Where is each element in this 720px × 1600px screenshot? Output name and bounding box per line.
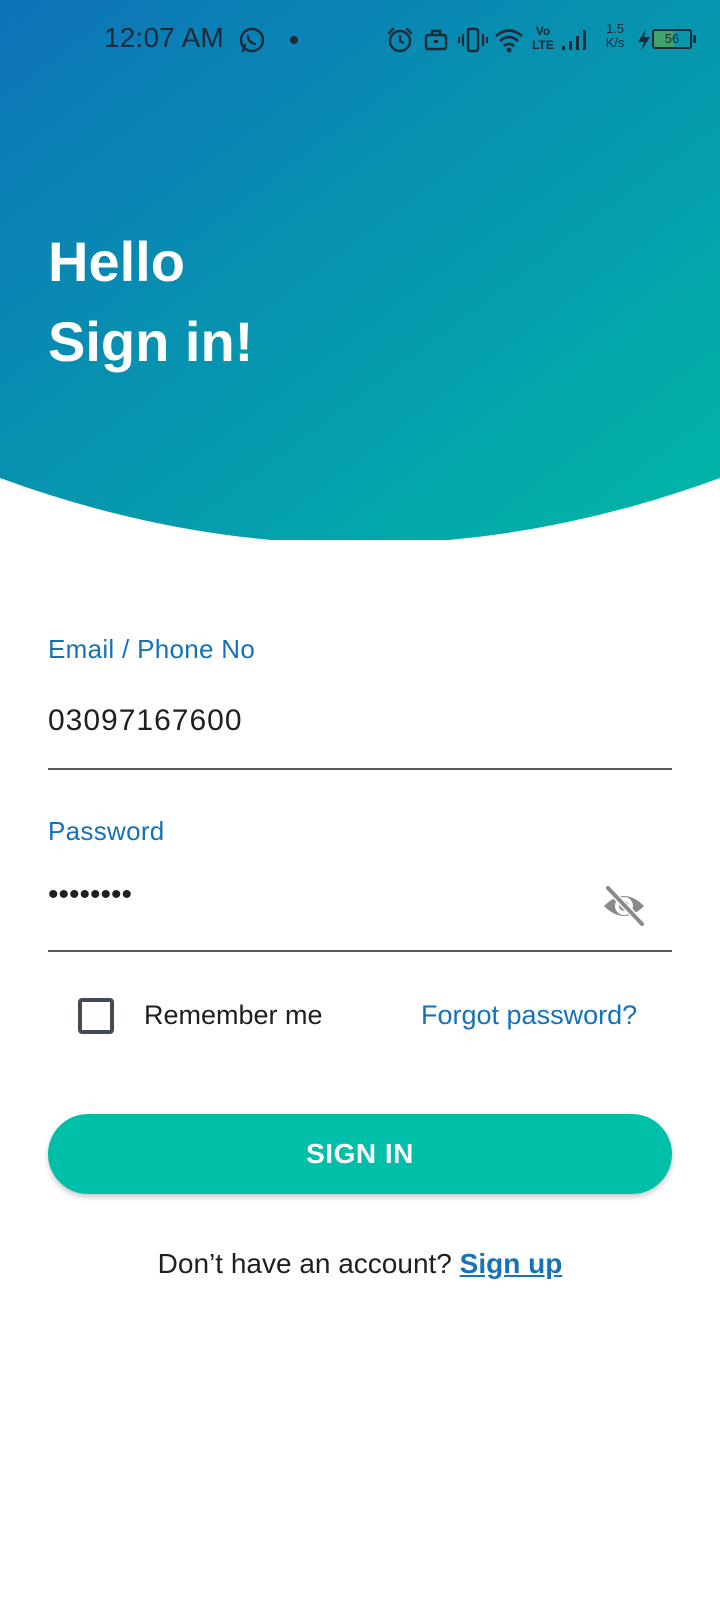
password-field-label: Password — [48, 816, 165, 846]
forgot-password-link[interactable]: Forgot password? — [421, 1000, 637, 1031]
status-time: 12:07 AM — [104, 22, 224, 53]
greeting-line-hello: Hello — [48, 230, 185, 293]
charging-icon — [638, 29, 650, 51]
volte-icon: Vo LTE — [528, 24, 558, 52]
volte-top-text: Vo — [535, 24, 551, 38]
volte-bottom-text: LTE — [532, 38, 554, 52]
whatsapp-icon — [239, 27, 265, 53]
wifi-icon — [495, 29, 523, 53]
battery-icon: 56 — [652, 29, 696, 49]
password-field[interactable]: •••••••• — [48, 878, 132, 912]
alarm-icon — [387, 27, 413, 53]
eye-off-icon[interactable] — [600, 882, 648, 930]
email-field-label: Email / Phone No — [48, 634, 256, 664]
email-field-underline — [48, 768, 672, 770]
vibrate-icon — [458, 27, 488, 53]
sign-up-link[interactable]: Sign up — [460, 1248, 563, 1279]
signal-icon — [562, 30, 586, 50]
sign-up-row: Don’t have an account? Sign up — [0, 1248, 720, 1280]
greeting-line-sign-in: Sign in! — [48, 310, 254, 373]
net-speed-unit: K/s — [605, 35, 625, 50]
briefcase-icon — [424, 29, 448, 51]
notification-dot-icon — [290, 36, 298, 44]
status-bar: 12:07 AM Vo LTE 1.5 K/s 56 — [0, 0, 720, 80]
remember-me-label[interactable]: Remember me — [144, 1000, 323, 1031]
remember-me-checkbox[interactable] — [78, 998, 114, 1034]
net-speed-value: 1.5 — [605, 21, 625, 36]
net-speed: 1.5 K/s — [598, 22, 632, 50]
no-account-text: Don’t have an account? — [157, 1248, 452, 1279]
password-field-underline — [48, 950, 672, 952]
greeting-title: Hello Sign in! — [48, 222, 253, 382]
sign-in-button[interactable]: SIGN IN — [48, 1114, 672, 1194]
email-field[interactable]: 03097167600 — [48, 704, 243, 738]
